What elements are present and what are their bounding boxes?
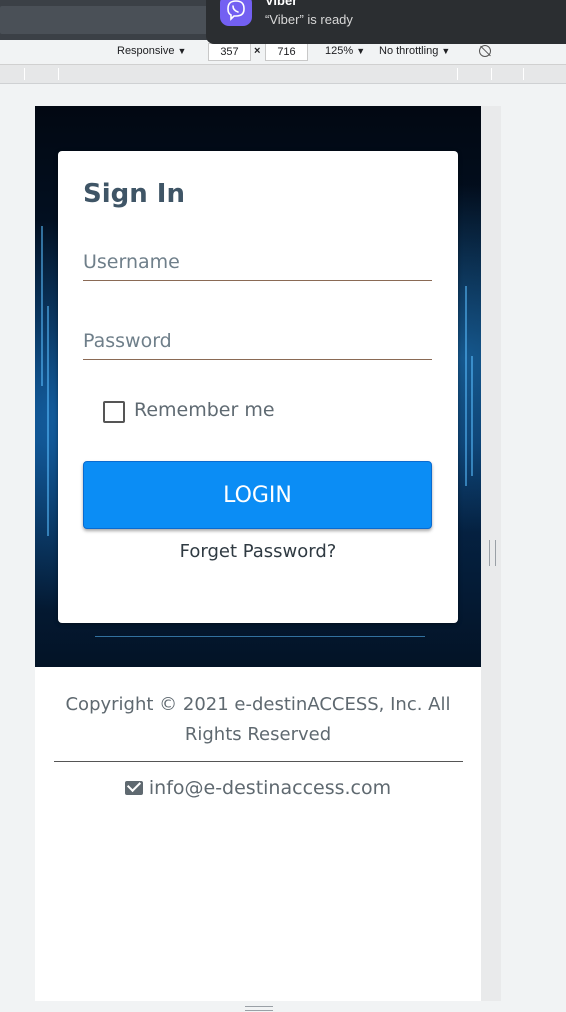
- ruler-divider: [491, 68, 492, 80]
- contact-email[interactable]: info@e-destinaccess.com: [35, 777, 481, 799]
- viber-notification[interactable]: Viber “Viber” is ready: [206, 0, 566, 44]
- password-input[interactable]: [83, 323, 432, 360]
- media-query-bar[interactable]: [0, 65, 566, 84]
- hero-background: Sign In Remember me LOGIN Forget Passwor…: [35, 106, 481, 667]
- circuit-decoration: [41, 226, 43, 386]
- mail-icon: [124, 781, 143, 795]
- copyright-text: Copyright © 2021 e-destinACCESS, Inc. Al…: [65, 694, 451, 745]
- ruler-divider: [457, 68, 458, 80]
- throttling-label: No throttling: [379, 45, 439, 57]
- dimension-separator: ×: [254, 45, 261, 57]
- resize-handle-right[interactable]: [489, 540, 496, 566]
- chevron-down-icon: ▼: [441, 46, 451, 56]
- login-button[interactable]: LOGIN: [83, 461, 432, 529]
- circuit-decoration: [47, 306, 49, 536]
- device-viewport: Sign In Remember me LOGIN Forget Passwor…: [35, 106, 481, 1001]
- device-mode-label: Responsive: [117, 45, 175, 57]
- username-input[interactable]: [83, 244, 432, 281]
- circuit-decoration: [471, 356, 473, 476]
- footer-divider: [54, 761, 463, 762]
- signin-card: Sign In Remember me LOGIN Forget Passwor…: [58, 151, 458, 623]
- zoom-label: 125%: [325, 45, 354, 57]
- viewport-width-input[interactable]: 357: [208, 43, 251, 61]
- rotate-icon[interactable]: [479, 45, 491, 57]
- chevron-down-icon: ▼: [356, 46, 366, 56]
- zoom-select[interactable]: 125% ▼: [325, 45, 365, 57]
- device-mode-select[interactable]: Responsive ▼: [117, 45, 186, 57]
- notification-message: “Viber” is ready: [265, 12, 353, 27]
- resize-handle-bottom[interactable]: [245, 1006, 273, 1011]
- contact-email-text[interactable]: info@e-destinaccess.com: [149, 777, 391, 799]
- signin-title: Sign In: [83, 179, 185, 209]
- ruler-divider: [58, 68, 59, 80]
- ruler-divider: [523, 68, 524, 80]
- remember-me-checkbox[interactable]: [103, 401, 125, 423]
- circuit-decoration: [465, 286, 467, 486]
- viber-icon: [220, 0, 252, 26]
- circuit-decoration: [95, 636, 425, 637]
- remember-me-label[interactable]: Remember me: [134, 399, 275, 421]
- chevron-down-icon: ▼: [177, 46, 187, 56]
- notification-app-name: Viber: [265, 0, 298, 8]
- ruler-divider: [24, 68, 25, 80]
- viewport-height-input[interactable]: 716: [265, 43, 308, 61]
- throttling-select[interactable]: No throttling ▼: [379, 45, 450, 57]
- forgot-password-link[interactable]: Forget Password?: [58, 541, 458, 562]
